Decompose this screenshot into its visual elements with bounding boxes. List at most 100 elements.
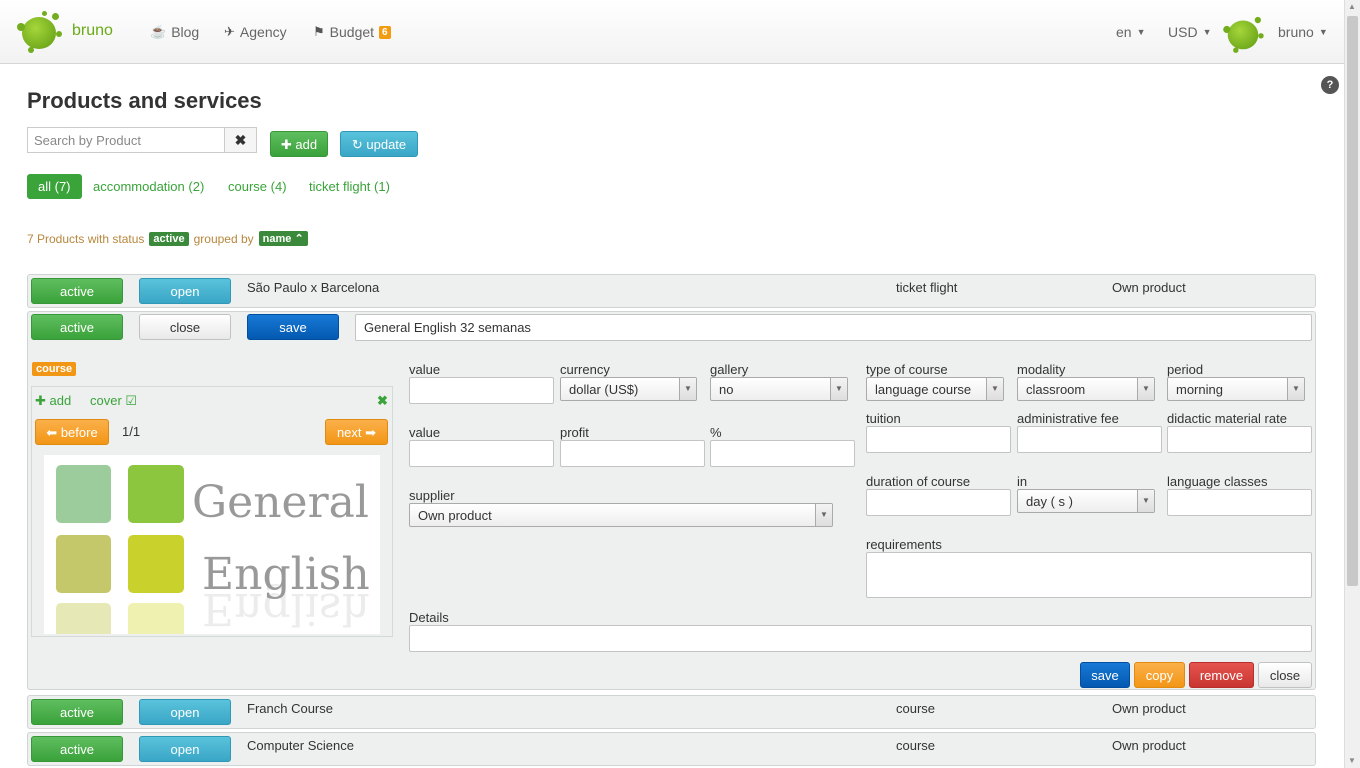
add-product-button[interactable]: ✚ add [270, 131, 328, 157]
language-classes-input[interactable] [1167, 489, 1312, 516]
type-of-course-select[interactable]: language course ▼ [866, 377, 1004, 401]
period-select[interactable]: morning ▼ [1167, 377, 1305, 401]
gallery-next-button[interactable]: next ➡ [325, 419, 388, 445]
in-label: in [1017, 474, 1028, 489]
avatar-splash-icon [1221, 13, 1266, 54]
status-active-button[interactable]: active [31, 314, 123, 340]
vertical-scrollbar[interactable]: ▲ ▼ [1344, 0, 1360, 768]
administrative-fee-label: administrative fee [1017, 411, 1119, 426]
currency-label: currency [560, 362, 610, 377]
gallery-select[interactable]: no ▼ [710, 377, 848, 401]
value2-input[interactable] [409, 440, 554, 467]
gallery-before-button[interactable]: ⬅ before [35, 419, 109, 445]
flag-icon: ⚑ [313, 24, 325, 39]
dropdown-arrow-icon: ▼ [1287, 378, 1304, 400]
user-name: bruno [1278, 24, 1314, 40]
language-dropdown[interactable]: en ▼ [1116, 24, 1146, 40]
supplier-select[interactable]: Own product ▼ [409, 503, 833, 527]
search-input[interactable] [28, 128, 224, 152]
didactic-material-rate-label: didactic material rate [1167, 411, 1287, 426]
tuition-input[interactable] [866, 426, 1011, 453]
modality-select[interactable]: classroom ▼ [1017, 377, 1155, 401]
editor-save-button[interactable]: save [1080, 662, 1130, 688]
language-classes-label: language classes [1167, 474, 1268, 489]
didactic-material-rate-input[interactable] [1167, 426, 1312, 453]
supplier-label: supplier [409, 488, 455, 503]
product-search: ✖ [27, 127, 257, 153]
status-summary: 7 Products with status active grouped by… [27, 231, 308, 246]
open-button[interactable]: open [139, 699, 231, 725]
nav-budget-label: Budget [329, 24, 375, 40]
status-active-button[interactable]: active [31, 278, 123, 304]
group-by-tag[interactable]: name ⌃ [258, 231, 308, 246]
budget-count-badge: 6 [379, 25, 391, 39]
brand-name[interactable]: bruno [72, 22, 113, 40]
clear-search-icon[interactable]: ✖ [224, 128, 256, 152]
period-label: period [1167, 362, 1204, 377]
checkbox-checked-icon: ☑ [125, 393, 138, 408]
caret-down-icon: ▼ [1202, 27, 1212, 37]
filter-course[interactable]: course (4) [228, 174, 287, 199]
gallery-add-link[interactable]: ✚ add [35, 393, 71, 409]
gallery-label: gallery [710, 362, 749, 377]
administrative-fee-input[interactable] [1017, 426, 1162, 453]
status-active-button[interactable]: active [31, 699, 123, 725]
save-button[interactable]: save [247, 314, 339, 340]
product-type: course [896, 701, 936, 716]
value2-label: value [409, 425, 441, 440]
course-cover-image: General English English [44, 455, 380, 634]
dropdown-arrow-icon: ▼ [986, 378, 1003, 400]
duration-input[interactable] [866, 489, 1011, 516]
currency-select[interactable]: dollar (US$) ▼ [560, 377, 697, 401]
editor-copy-button[interactable]: copy [1134, 662, 1185, 688]
nav-budget[interactable]: ⚑ Budget 6 [313, 24, 391, 40]
plane-icon: ✈ [224, 24, 235, 39]
scrollbar-thumb[interactable] [1347, 16, 1358, 586]
details-input[interactable] [409, 625, 1312, 652]
filter-accommodation[interactable]: accommodation (2) [93, 174, 204, 199]
filter-ticket-flight[interactable]: ticket flight (1) [309, 174, 390, 199]
product-type: course [896, 738, 936, 753]
update-button[interactable]: ↻ update [340, 131, 418, 157]
scroll-up-icon[interactable]: ▲ [1348, 2, 1356, 11]
percent-label: % [710, 425, 722, 440]
arrow-right-icon: ➡ [365, 425, 377, 440]
dropdown-arrow-icon: ▼ [679, 378, 696, 400]
arrow-left-icon: ⬅ [46, 425, 58, 440]
nav-blog[interactable]: ☕ Blog [150, 24, 199, 40]
profit-input[interactable] [560, 440, 705, 467]
requirements-textarea[interactable] [866, 552, 1312, 598]
brand-logo[interactable]: bruno [14, 9, 113, 55]
gallery-delete-icon[interactable]: ✖ [377, 393, 388, 409]
editor-close-button[interactable]: close [1258, 662, 1312, 688]
nav-agency-label: Agency [239, 24, 287, 40]
profit-label: profit [560, 425, 589, 440]
filter-all[interactable]: all (7) [27, 174, 82, 199]
dropdown-arrow-icon: ▼ [1137, 490, 1154, 512]
editor-remove-button[interactable]: remove [1189, 662, 1254, 688]
gallery-cover-link[interactable]: cover ☑ [90, 393, 137, 409]
type-of-course-label: type of course [866, 362, 948, 377]
dropdown-arrow-icon: ▼ [830, 378, 847, 400]
open-button[interactable]: open [139, 736, 231, 762]
scroll-down-icon[interactable]: ▼ [1348, 756, 1356, 765]
close-button[interactable]: close [139, 314, 231, 340]
plus-icon: ✚ [35, 393, 46, 408]
currency-dropdown[interactable]: USD ▼ [1168, 24, 1211, 40]
status-active-button[interactable]: active [31, 736, 123, 762]
percent-input[interactable] [710, 440, 855, 467]
duration-unit-select[interactable]: day ( s ) ▼ [1017, 489, 1155, 513]
open-button[interactable]: open [139, 278, 231, 304]
value-input[interactable] [409, 377, 554, 404]
user-avatar[interactable] [1218, 11, 1268, 57]
currency-label: USD [1168, 24, 1198, 40]
help-button[interactable]: ? [1321, 76, 1339, 94]
product-type: ticket flight [896, 280, 958, 295]
gallery-counter: 1/1 [122, 424, 141, 439]
product-name-input[interactable]: General English 32 semanas [355, 314, 1312, 341]
status-filter-tag[interactable]: active [149, 231, 189, 246]
requirements-label: requirements [866, 537, 942, 552]
nav-agency[interactable]: ✈ Agency [224, 24, 287, 40]
user-menu[interactable]: bruno ▼ [1278, 24, 1328, 40]
product-owner: Own product [1112, 738, 1186, 753]
